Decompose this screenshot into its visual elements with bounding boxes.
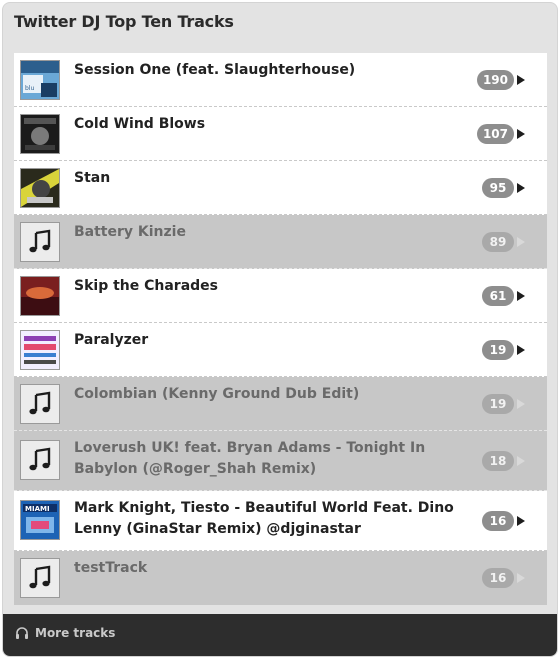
track-title: Colombian (Kenny Ground Dub Edit) bbox=[74, 386, 360, 402]
album-art bbox=[20, 330, 60, 370]
track-list: blu Session One (feat. Slaughterhouse) 1… bbox=[14, 53, 547, 605]
tweet-count-badge: 19 bbox=[482, 340, 514, 360]
track-title: Mark Knight, Tiesto - Beautiful World Fe… bbox=[74, 500, 454, 537]
track-title: Paralyzer bbox=[74, 332, 149, 348]
track-row[interactable]: Stan 95 bbox=[14, 161, 547, 215]
top-tracks-widget: Twitter DJ Top Ten Tracks blu Session On… bbox=[2, 2, 558, 657]
track-row[interactable]: Paralyzer 19 bbox=[14, 323, 547, 377]
svg-text:MIAMI: MIAMI bbox=[25, 505, 50, 513]
track-row[interactable]: MIAMI Mark Knight, Tiesto - Beautiful Wo… bbox=[14, 491, 547, 551]
track-row[interactable]: testTrack 16 bbox=[14, 551, 547, 605]
track-title: Cold Wind Blows bbox=[74, 116, 206, 132]
tweet-count-badge: 16 bbox=[482, 511, 514, 531]
play-icon[interactable] bbox=[517, 291, 525, 301]
widget-title: Twitter DJ Top Ten Tracks bbox=[14, 12, 234, 31]
music-note-icon bbox=[20, 222, 60, 262]
play-icon bbox=[517, 237, 525, 247]
tweet-count-badge: 18 bbox=[482, 451, 514, 471]
music-note-icon bbox=[20, 440, 60, 480]
track-row[interactable]: Colombian (Kenny Ground Dub Edit) 19 bbox=[14, 377, 547, 431]
play-icon[interactable] bbox=[517, 129, 525, 139]
track-title: Stan bbox=[74, 170, 111, 186]
track-title: Skip the Charades bbox=[74, 278, 219, 294]
album-art bbox=[20, 114, 60, 154]
play-icon bbox=[517, 573, 525, 583]
tweet-count-badge: 107 bbox=[476, 124, 514, 144]
play-icon[interactable] bbox=[517, 75, 525, 85]
tweet-count-badge: 16 bbox=[482, 568, 514, 588]
track-row[interactable]: Loverush UK! feat. Bryan Adams - Tonight… bbox=[14, 431, 547, 491]
music-note-icon bbox=[20, 558, 60, 598]
tweet-count-badge: 19 bbox=[482, 394, 514, 414]
play-icon bbox=[517, 399, 525, 409]
play-icon[interactable] bbox=[517, 345, 525, 355]
track-row[interactable]: Skip the Charades 61 bbox=[14, 269, 547, 323]
tweet-count-badge: 190 bbox=[476, 70, 514, 90]
album-art bbox=[20, 276, 60, 316]
track-row[interactable]: Cold Wind Blows 107 bbox=[14, 107, 547, 161]
track-title: Loverush UK! feat. Bryan Adams - Tonight… bbox=[74, 440, 426, 477]
track-row[interactable]: Battery Kinzie 89 bbox=[14, 215, 547, 269]
headphones-icon bbox=[15, 626, 29, 643]
more-tracks-link[interactable]: More tracks bbox=[3, 614, 557, 656]
svg-text:blu: blu bbox=[25, 85, 34, 92]
track-title: testTrack bbox=[74, 560, 148, 576]
album-art bbox=[20, 168, 60, 208]
play-icon[interactable] bbox=[517, 516, 525, 526]
tweet-count-badge: 89 bbox=[482, 232, 514, 252]
track-title: Session One (feat. Slaughterhouse) bbox=[74, 62, 356, 78]
album-art: MIAMI bbox=[20, 500, 60, 540]
play-icon[interactable] bbox=[517, 183, 525, 193]
track-row[interactable]: blu Session One (feat. Slaughterhouse) 1… bbox=[14, 53, 547, 107]
tweet-count-badge: 61 bbox=[482, 286, 514, 306]
play-icon bbox=[517, 456, 525, 466]
more-tracks-label: More tracks bbox=[35, 626, 116, 640]
tweet-count-badge: 95 bbox=[482, 178, 514, 198]
track-title: Battery Kinzie bbox=[74, 224, 186, 240]
music-note-icon bbox=[20, 384, 60, 424]
album-art: blu bbox=[20, 60, 60, 100]
